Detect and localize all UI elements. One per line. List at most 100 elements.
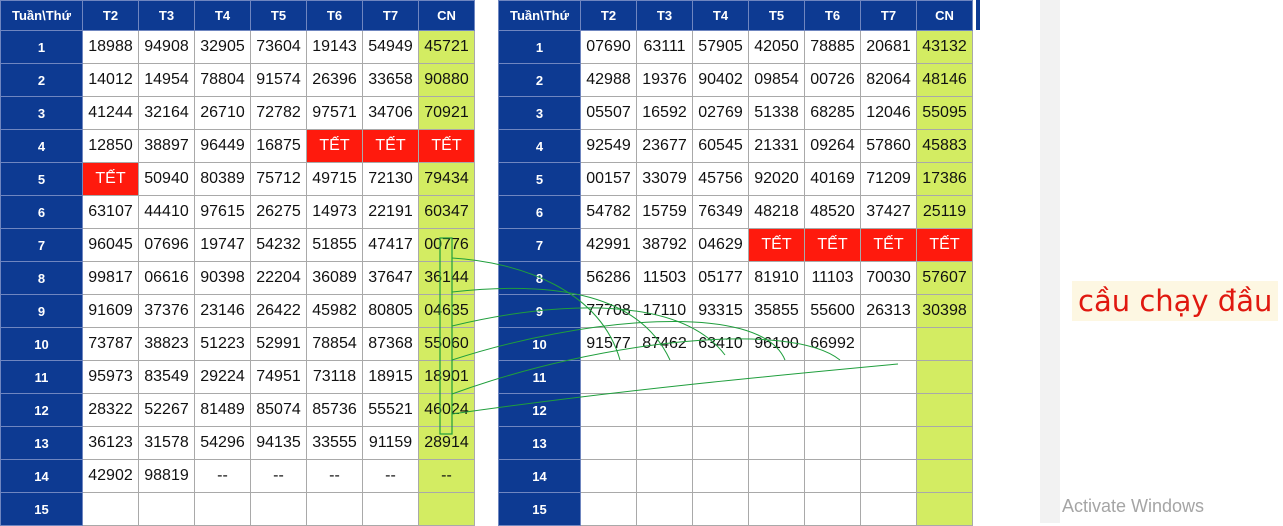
result-cell[interactable]: 02769 xyxy=(692,96,749,130)
result-cell[interactable]: 09854 xyxy=(748,63,805,97)
result-cell[interactable]: 00776 xyxy=(418,228,475,262)
result-cell[interactable]: 42902 xyxy=(82,459,139,493)
result-cell[interactable] xyxy=(692,360,749,394)
result-cell[interactable]: 46024 xyxy=(418,393,475,427)
result-cell[interactable]: 18988 xyxy=(82,30,139,64)
holiday-cell[interactable]: TẾT xyxy=(418,129,475,163)
result-cell[interactable] xyxy=(860,360,917,394)
result-cell[interactable] xyxy=(860,393,917,427)
result-cell[interactable] xyxy=(860,459,917,493)
result-cell[interactable]: 63410 xyxy=(692,327,749,361)
result-cell[interactable]: 47417 xyxy=(362,228,419,262)
result-cell[interactable]: 76349 xyxy=(692,195,749,229)
result-cell[interactable]: 57607 xyxy=(916,261,973,295)
result-cell[interactable]: 26275 xyxy=(250,195,307,229)
holiday-cell[interactable]: TẾT xyxy=(362,129,419,163)
result-cell[interactable]: 00726 xyxy=(804,63,861,97)
result-cell[interactable] xyxy=(748,459,805,493)
result-cell[interactable]: 55600 xyxy=(804,294,861,328)
result-cell[interactable]: 05177 xyxy=(692,261,749,295)
result-cell[interactable] xyxy=(636,426,693,460)
result-cell[interactable]: 91577 xyxy=(580,327,637,361)
result-cell[interactable]: 94908 xyxy=(138,30,195,64)
result-cell[interactable]: 60347 xyxy=(418,195,475,229)
result-cell[interactable] xyxy=(580,459,637,493)
result-cell[interactable] xyxy=(916,360,973,394)
result-cell[interactable]: 26313 xyxy=(860,294,917,328)
result-cell[interactable]: 73787 xyxy=(82,327,139,361)
result-cell[interactable]: 82064 xyxy=(860,63,917,97)
result-cell[interactable] xyxy=(860,492,917,526)
result-cell[interactable]: 33658 xyxy=(362,63,419,97)
result-cell[interactable] xyxy=(748,492,805,526)
result-cell[interactable]: 77708 xyxy=(580,294,637,328)
result-cell[interactable]: 70921 xyxy=(418,96,475,130)
result-cell[interactable] xyxy=(580,426,637,460)
result-cell[interactable]: 87368 xyxy=(362,327,419,361)
result-cell[interactable]: 95973 xyxy=(82,360,139,394)
result-cell[interactable] xyxy=(804,360,861,394)
result-cell[interactable] xyxy=(636,459,693,493)
result-cell[interactable]: 34706 xyxy=(362,96,419,130)
result-cell[interactable]: 48520 xyxy=(804,195,861,229)
result-cell[interactable]: 36123 xyxy=(82,426,139,460)
holiday-cell[interactable]: TẾT xyxy=(306,129,363,163)
result-cell[interactable]: 33079 xyxy=(636,162,693,196)
result-cell[interactable]: 90402 xyxy=(692,63,749,97)
result-cell[interactable]: 26710 xyxy=(194,96,251,130)
holiday-cell[interactable]: TẾT xyxy=(82,162,139,196)
result-cell[interactable]: 94135 xyxy=(250,426,307,460)
result-cell[interactable]: 79434 xyxy=(418,162,475,196)
result-cell[interactable]: 00157 xyxy=(580,162,637,196)
result-cell[interactable]: 48146 xyxy=(916,63,973,97)
result-cell[interactable]: 73118 xyxy=(306,360,363,394)
result-cell[interactable]: 35855 xyxy=(748,294,805,328)
result-cell[interactable]: -- xyxy=(418,459,475,493)
result-cell[interactable]: 57860 xyxy=(860,129,917,163)
result-cell[interactable] xyxy=(804,393,861,427)
result-cell[interactable]: 45982 xyxy=(306,294,363,328)
result-cell[interactable]: 55095 xyxy=(916,96,973,130)
result-cell[interactable]: 38897 xyxy=(138,129,195,163)
result-cell[interactable] xyxy=(804,426,861,460)
result-cell[interactable]: 20681 xyxy=(860,30,917,64)
result-cell[interactable]: -- xyxy=(362,459,419,493)
result-cell[interactable]: 90880 xyxy=(418,63,475,97)
result-cell[interactable]: 21331 xyxy=(748,129,805,163)
result-cell[interactable]: 07690 xyxy=(580,30,637,64)
result-cell[interactable]: 28322 xyxy=(82,393,139,427)
result-cell[interactable]: 43132 xyxy=(916,30,973,64)
result-cell[interactable]: 37376 xyxy=(138,294,195,328)
result-cell[interactable]: 70030 xyxy=(860,261,917,295)
result-cell[interactable]: 66992 xyxy=(804,327,861,361)
result-cell[interactable]: 55521 xyxy=(362,393,419,427)
result-cell[interactable]: 18915 xyxy=(362,360,419,394)
result-cell[interactable] xyxy=(194,492,251,526)
result-cell[interactable] xyxy=(860,327,917,361)
result-cell[interactable]: 54782 xyxy=(580,195,637,229)
result-cell[interactable]: 23146 xyxy=(194,294,251,328)
result-cell[interactable] xyxy=(418,492,475,526)
result-cell[interactable] xyxy=(82,492,139,526)
result-cell[interactable]: 12046 xyxy=(860,96,917,130)
result-cell[interactable]: 91574 xyxy=(250,63,307,97)
holiday-cell[interactable]: TẾT xyxy=(748,228,805,262)
result-cell[interactable]: 32164 xyxy=(138,96,195,130)
result-cell[interactable] xyxy=(748,393,805,427)
result-cell[interactable]: 33555 xyxy=(306,426,363,460)
result-cell[interactable]: 04629 xyxy=(692,228,749,262)
result-cell[interactable]: 19747 xyxy=(194,228,251,262)
result-cell[interactable] xyxy=(804,492,861,526)
result-cell[interactable]: 85736 xyxy=(306,393,363,427)
result-cell[interactable]: 99817 xyxy=(82,261,139,295)
result-cell[interactable] xyxy=(692,426,749,460)
result-cell[interactable] xyxy=(748,426,805,460)
result-cell[interactable]: 57905 xyxy=(692,30,749,64)
result-cell[interactable]: 51223 xyxy=(194,327,251,361)
result-cell[interactable]: 92020 xyxy=(748,162,805,196)
result-cell[interactable] xyxy=(580,393,637,427)
result-cell[interactable]: 52267 xyxy=(138,393,195,427)
result-cell[interactable]: 96449 xyxy=(194,129,251,163)
result-cell[interactable]: 97571 xyxy=(306,96,363,130)
result-cell[interactable] xyxy=(692,393,749,427)
